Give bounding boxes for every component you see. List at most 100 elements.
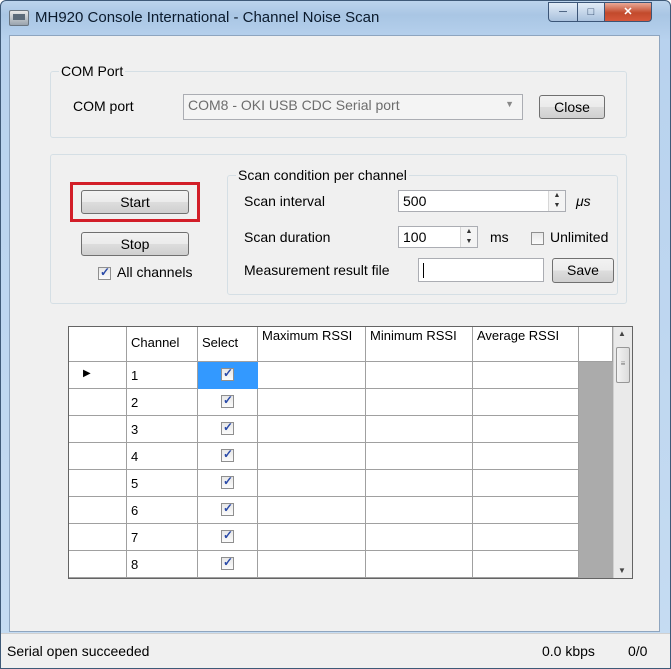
scan-interval-field[interactable]: 500 ▲ ▼ [398, 190, 566, 212]
scroll-down-icon[interactable]: ▼ [618, 566, 626, 575]
status-rate: 0.0 kbps [542, 643, 595, 659]
spin-up-icon: ▲ [553, 192, 561, 199]
avg-rssi-cell[interactable] [473, 389, 579, 416]
channel-cell[interactable]: 4 [127, 443, 198, 470]
avg-rssi-cell[interactable] [473, 497, 579, 524]
all-channels-checkbox[interactable] [98, 265, 111, 280]
status-count: 0/0 [628, 643, 648, 659]
select-cell[interactable] [198, 443, 258, 470]
row-header[interactable] [69, 497, 127, 524]
select-checkbox[interactable] [221, 528, 234, 543]
select-cell[interactable] [198, 416, 258, 443]
scrollbar-thumb[interactable]: ≡ [616, 347, 630, 383]
channel-cell[interactable]: 7 [127, 524, 198, 551]
max-rssi-cell[interactable] [258, 470, 366, 497]
avg-rssi-cell[interactable] [473, 362, 579, 389]
select-cell[interactable] [198, 524, 258, 551]
start-button[interactable]: Start [81, 190, 189, 214]
column-header[interactable]: Channel [127, 327, 198, 362]
row-header[interactable] [69, 389, 127, 416]
column-header[interactable]: Maximum RSSI [258, 327, 366, 362]
spin-down-icon: ▼ [553, 202, 561, 209]
row-header[interactable] [69, 524, 127, 551]
minimize-button[interactable]: ─ [548, 2, 578, 22]
min-rssi-cell[interactable] [366, 389, 473, 416]
min-rssi-cell[interactable] [366, 362, 473, 389]
row-header[interactable] [69, 551, 127, 578]
avg-rssi-cell[interactable] [473, 524, 579, 551]
save-button[interactable]: Save [552, 258, 614, 283]
com-port-label: COM port [73, 98, 134, 114]
close-icon: ✕ [623, 6, 633, 18]
title-bar[interactable]: MH920 Console International - Channel No… [1, 1, 670, 35]
min-rssi-cell[interactable] [366, 524, 473, 551]
row-header[interactable]: ▶ [69, 362, 127, 389]
unlimited-checkbox[interactable] [531, 232, 544, 245]
max-rssi-cell[interactable] [258, 497, 366, 524]
minimize-icon: ─ [559, 6, 567, 18]
row-header[interactable] [69, 443, 127, 470]
select-checkbox[interactable] [221, 474, 234, 489]
scroll-up-icon[interactable]: ▲ [618, 329, 626, 338]
com-port-select-value: COM8 - OKI USB CDC Serial port [188, 97, 400, 113]
scan-duration-spinner[interactable]: ▲ ▼ [460, 227, 477, 247]
select-checkbox[interactable] [221, 393, 234, 408]
text-cursor [423, 262, 424, 278]
select-cell[interactable] [198, 497, 258, 524]
row-header[interactable] [69, 416, 127, 443]
spin-up-icon: ▲ [465, 228, 473, 235]
column-header[interactable]: Average RSSI [473, 327, 579, 362]
max-rssi-cell[interactable] [258, 389, 366, 416]
column-header[interactable]: Minimum RSSI [366, 327, 473, 362]
com-close-button[interactable]: Close [539, 95, 605, 119]
maximize-button[interactable]: □ [577, 2, 605, 22]
stop-button[interactable]: Stop [81, 232, 189, 256]
min-rssi-cell[interactable] [366, 443, 473, 470]
grid-corner-header [69, 327, 127, 362]
scan-duration-unit: ms [490, 229, 509, 245]
channel-cell[interactable]: 8 [127, 551, 198, 578]
select-cell[interactable] [198, 362, 258, 389]
window-title: MH920 Console International - Channel No… [35, 9, 380, 26]
app-window: MH920 Console International - Channel No… [0, 0, 671, 669]
select-checkbox[interactable] [221, 420, 234, 435]
select-cell[interactable] [198, 389, 258, 416]
max-rssi-cell[interactable] [258, 524, 366, 551]
column-header[interactable]: Select [198, 327, 258, 362]
max-rssi-cell[interactable] [258, 551, 366, 578]
avg-rssi-cell[interactable] [473, 551, 579, 578]
select-checkbox[interactable] [221, 555, 234, 570]
app-icon [9, 10, 29, 26]
avg-rssi-cell[interactable] [473, 416, 579, 443]
channel-grid[interactable]: Channel Select Maximum RSSI Minimum RSSI Ave… [68, 326, 633, 579]
channel-cell[interactable]: 2 [127, 389, 198, 416]
channel-cell[interactable]: 5 [127, 470, 198, 497]
scan-interval-spinner[interactable]: ▲ ▼ [548, 191, 565, 211]
min-rssi-cell[interactable] [366, 551, 473, 578]
max-rssi-cell[interactable] [258, 362, 366, 389]
vertical-scrollbar[interactable]: ▲ ≡ ▼ [613, 327, 632, 578]
select-checkbox[interactable] [221, 501, 234, 516]
min-rssi-cell[interactable] [366, 497, 473, 524]
min-rssi-cell[interactable] [366, 416, 473, 443]
avg-rssi-cell[interactable] [473, 443, 579, 470]
row-header[interactable] [69, 470, 127, 497]
select-checkbox[interactable] [221, 447, 234, 462]
close-window-button[interactable]: ✕ [604, 2, 652, 22]
result-file-field[interactable] [418, 258, 544, 282]
min-rssi-cell[interactable] [366, 470, 473, 497]
max-rssi-cell[interactable] [258, 443, 366, 470]
select-checkbox[interactable] [221, 366, 234, 381]
channel-cell[interactable]: 1 [127, 362, 198, 389]
channel-cell[interactable]: 6 [127, 497, 198, 524]
select-cell[interactable] [198, 470, 258, 497]
channel-cell[interactable]: 3 [127, 416, 198, 443]
scan-duration-value: 100 [403, 229, 427, 245]
avg-rssi-cell[interactable] [473, 470, 579, 497]
unlimited-label: Unlimited [550, 229, 609, 245]
scan-duration-field[interactable]: 100 ▲ ▼ [398, 226, 478, 248]
com-port-group-title: COM Port [59, 63, 126, 79]
com-port-select[interactable]: COM8 - OKI USB CDC Serial port ▼ [183, 94, 523, 120]
select-cell[interactable] [198, 551, 258, 578]
max-rssi-cell[interactable] [258, 416, 366, 443]
